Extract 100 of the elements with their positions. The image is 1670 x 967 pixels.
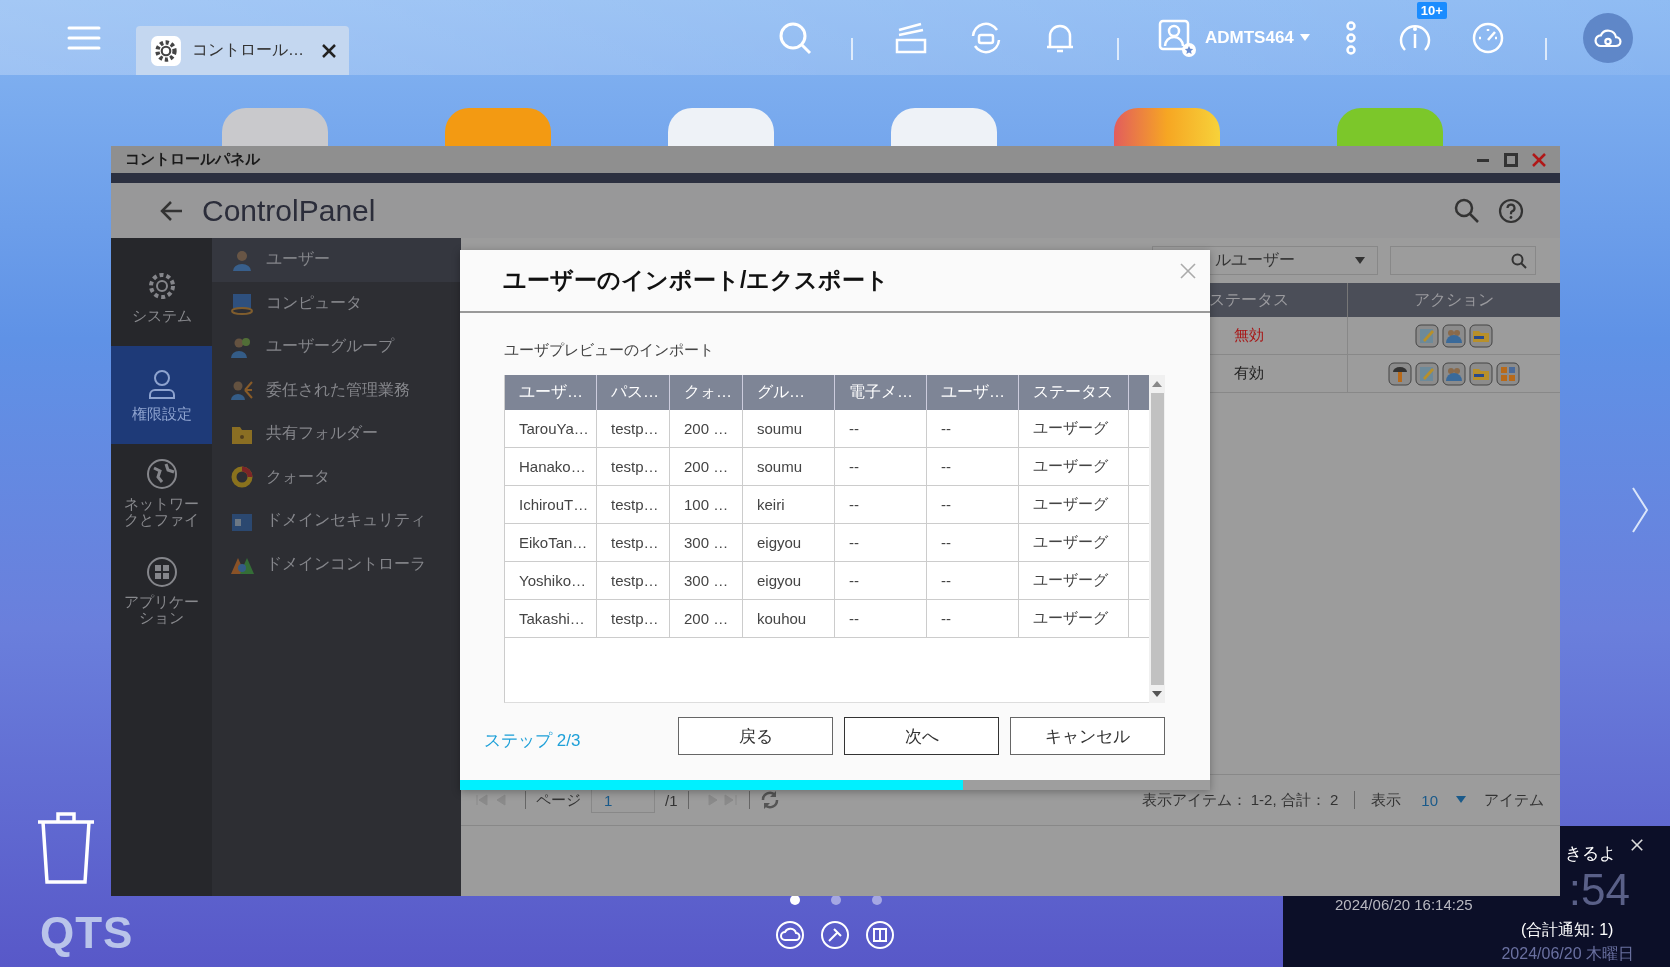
notification-count: (合計通知: 1) [1521, 920, 1614, 940]
table-cell: eigyou [743, 524, 835, 561]
folder-icon[interactable] [1469, 361, 1493, 386]
caret-icon[interactable] [1456, 796, 1466, 804]
column-header[interactable]: アクション [1347, 283, 1560, 317]
scroll-up-icon[interactable] [1152, 381, 1162, 387]
user-icon[interactable] [1157, 17, 1197, 58]
clock-text: :54 [1568, 868, 1630, 912]
table-cell: ユーザーグ [1019, 448, 1129, 485]
folder-icon[interactable] [1469, 323, 1493, 348]
close-icon[interactable] [321, 42, 337, 59]
page-total: /1 [665, 791, 678, 809]
gear-icon [150, 34, 182, 67]
table-cell: -- [835, 410, 927, 447]
table-cell: soumu [743, 448, 835, 485]
app-icon[interactable] [668, 108, 774, 146]
computer-icon [230, 291, 254, 316]
table-cell: testp… [597, 410, 670, 447]
nav-item[interactable]: アプリケーション [111, 542, 212, 640]
table-cell: ユーザーグ [1019, 524, 1129, 561]
help-icon[interactable] [1498, 197, 1524, 224]
scroll-down-icon[interactable] [1152, 691, 1162, 697]
table-cell: -- [835, 600, 927, 637]
logo: QTS [40, 908, 134, 958]
scrollbar[interactable] [1149, 375, 1165, 703]
column-header[interactable]: ステータス [1019, 375, 1129, 410]
column-header[interactable]: クォ… [670, 375, 743, 410]
table-cell: -- [927, 486, 1019, 523]
nav-item[interactable]: システム [111, 248, 212, 346]
table-cell: IchirouT… [505, 486, 597, 523]
cancel-button[interactable]: キャンセル [1010, 717, 1165, 755]
table-cell: Takashi… [505, 600, 597, 637]
tab-label: コントロール… [192, 40, 304, 60]
trash-icon[interactable] [36, 810, 96, 886]
window-title: コントロールパネル [125, 150, 260, 169]
search-field[interactable] [1390, 246, 1536, 275]
app-icon[interactable] [222, 108, 328, 146]
table-cell: testp… [597, 524, 670, 561]
book-icon[interactable] [865, 920, 895, 950]
menu-item[interactable]: ユーザーグループ [212, 325, 461, 369]
table-cell: ユーザーグ [1019, 562, 1129, 599]
table-cell: 200 … [670, 600, 743, 637]
app-tab[interactable]: コントロール… [136, 26, 349, 75]
table-cell: 200 … [670, 448, 743, 485]
menu-item[interactable]: ドメインコントローラ [212, 542, 461, 586]
edit-icon[interactable] [1415, 323, 1439, 348]
menu-item[interactable]: 委任された管理業務 [212, 368, 461, 412]
table-cell: -- [927, 410, 1019, 447]
table-cell: 300 … [670, 562, 743, 599]
notification-message: きるよ [1565, 843, 1616, 865]
items-label: アイテム [1484, 790, 1544, 810]
refresh-icon[interactable] [759, 790, 780, 810]
key-icon[interactable] [1388, 361, 1412, 386]
table-cell: EikoTan… [505, 524, 597, 561]
caret-icon[interactable] [1299, 33, 1310, 42]
table-cell: soumu [743, 410, 835, 447]
next-button[interactable]: 次へ [844, 717, 999, 755]
user-name[interactable]: ADMTS464 [1205, 27, 1294, 48]
table-cell: Yoshiko… [505, 562, 597, 599]
nav-item[interactable]: ネットワークとファイ [111, 444, 212, 542]
column-header[interactable]: ユーザ… [505, 375, 597, 410]
edit-icon[interactable] [1415, 361, 1439, 386]
app-icon[interactable] [891, 108, 997, 146]
column-header[interactable]: パス… [597, 375, 670, 410]
search-icon[interactable] [1454, 197, 1480, 224]
table-cell: Hanako… [505, 448, 597, 485]
table-cell: -- [927, 448, 1019, 485]
menu-item[interactable]: ドメインセキュリティ [212, 499, 461, 543]
menu-item[interactable]: 共有フォルダー [212, 412, 461, 456]
menu-item[interactable]: コンピュータ [212, 281, 461, 325]
more-icon[interactable] [1344, 19, 1357, 56]
table-cell: ユーザーグ [1019, 600, 1129, 637]
app-icon[interactable] [1114, 108, 1220, 146]
tools-icon[interactable] [820, 920, 850, 950]
back-arrow-icon[interactable] [160, 198, 184, 223]
globe-icon [145, 458, 178, 491]
back-button[interactable]: 戻る [678, 717, 833, 755]
item-summary: 表示アイテム： 1-2, 合計： 2 [1141, 790, 1339, 810]
search-icon [1511, 252, 1527, 269]
column-header[interactable]: ユーザ… [927, 375, 1019, 410]
table-cell: 300 … [670, 524, 743, 561]
cloud-icon[interactable] [775, 920, 805, 950]
step-indicator: ステップ 2/3 [484, 730, 581, 752]
app-title: ControlPanel [202, 193, 376, 228]
menu-item[interactable]: ユーザー [212, 238, 461, 282]
column-header[interactable]: 電子メ… [835, 375, 927, 410]
maximize-icon[interactable] [1504, 152, 1518, 167]
chevron-right-icon[interactable] [1630, 485, 1650, 535]
table-cell: 200 … [670, 410, 743, 447]
apps-icon[interactable] [1496, 361, 1520, 386]
per-page-dropdown[interactable]: 10 [1421, 791, 1438, 809]
table-cell: kouhou [743, 600, 835, 637]
date-text: 2024/06/20 木曜日 [1501, 944, 1634, 964]
section-label: ユーザプレビューのインポート [504, 341, 715, 360]
menu-item[interactable]: クォータ [212, 455, 461, 499]
column-header[interactable]: グル… [743, 375, 835, 410]
apps-icon [145, 556, 178, 589]
table-cell: -- [835, 562, 927, 599]
table-cell: -- [927, 600, 1019, 637]
nav-item[interactable]: 権限設定 [111, 346, 212, 444]
